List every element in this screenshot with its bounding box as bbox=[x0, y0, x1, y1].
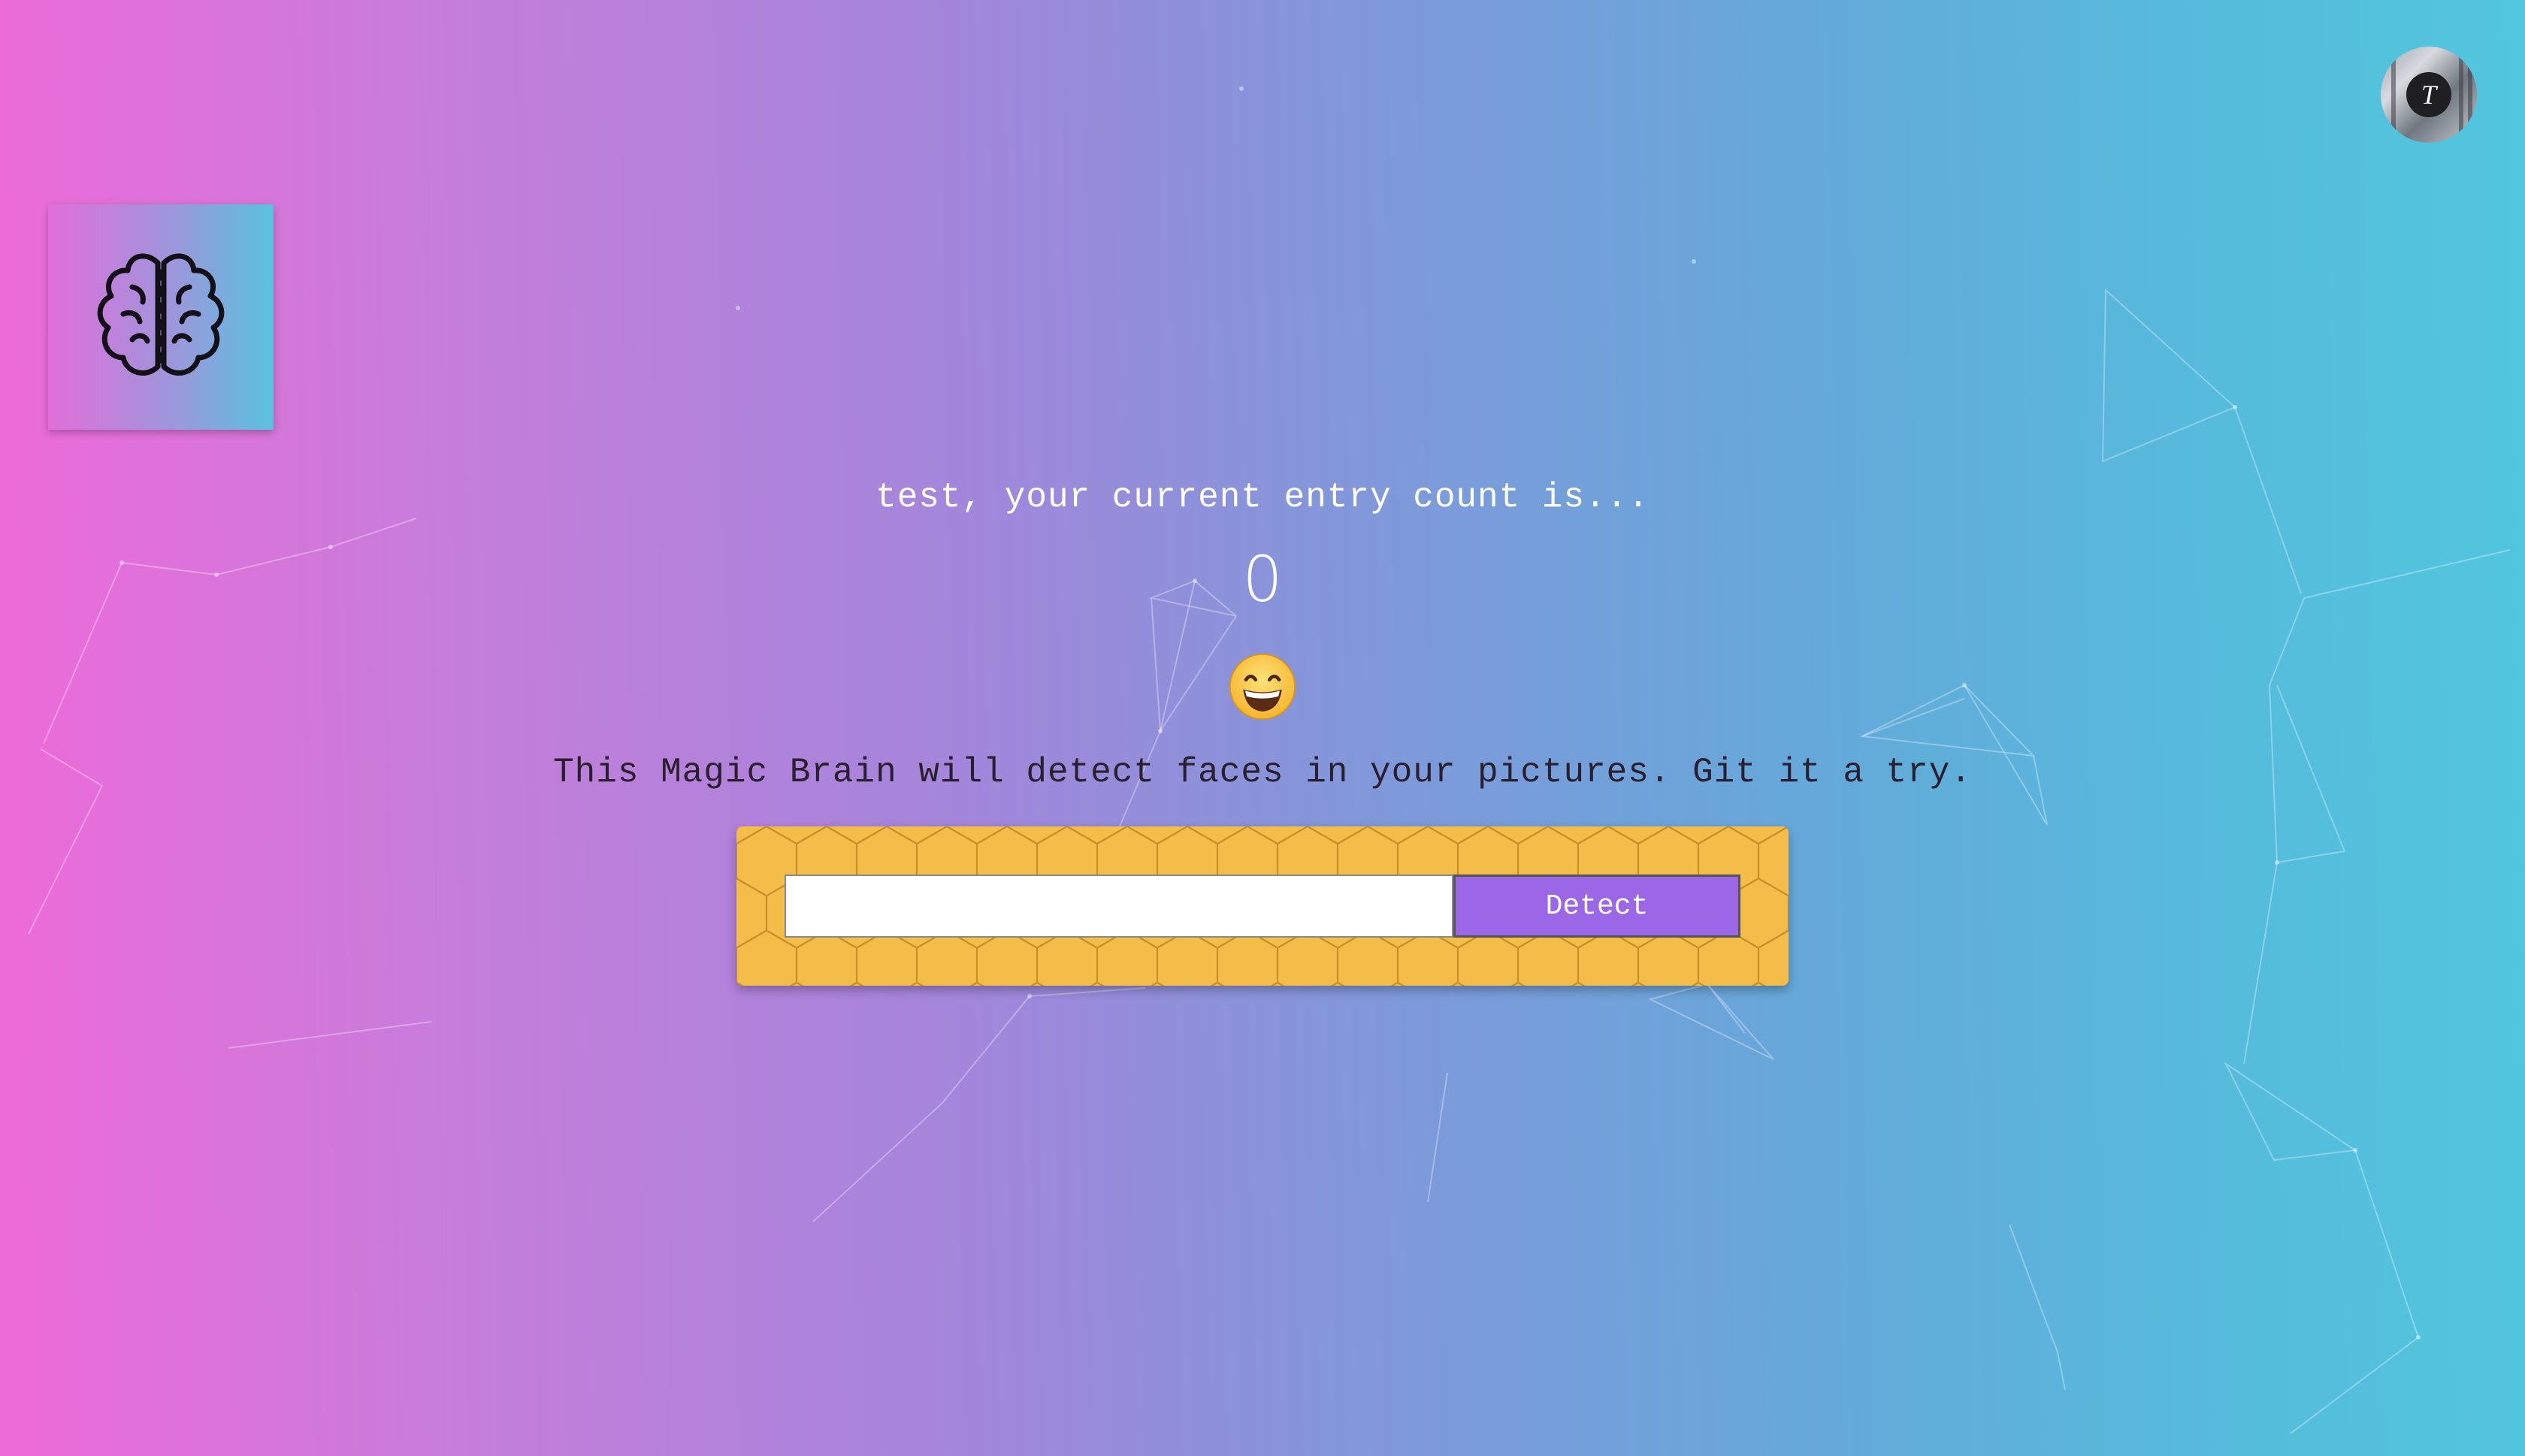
image-link-form: Detect bbox=[736, 826, 1789, 986]
profile-avatar[interactable]: T bbox=[2381, 47, 2477, 143]
avatar-initial: T bbox=[2406, 72, 2451, 117]
image-url-input[interactable] bbox=[785, 875, 1453, 938]
logo-card[interactable] bbox=[48, 204, 274, 430]
detect-button[interactable]: Detect bbox=[1453, 875, 1740, 938]
grinning-face-emoji bbox=[1229, 653, 1296, 720]
rank-greeting: test, your current entry count is... bbox=[875, 478, 1650, 517]
brain-icon bbox=[97, 253, 225, 376]
particles-background bbox=[28, 86, 2511, 1434]
app-description: This Magic Brain will detect faces in yo… bbox=[553, 753, 1972, 792]
entry-count: 0 bbox=[1242, 542, 1283, 616]
